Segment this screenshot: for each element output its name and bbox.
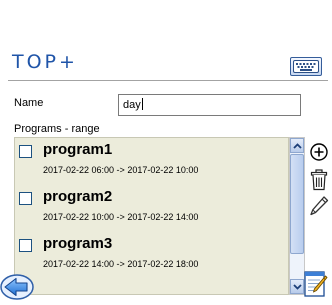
program-name: program1 xyxy=(43,141,113,158)
programs-range-label: Programs - range xyxy=(14,123,100,135)
header-divider xyxy=(8,80,328,81)
chevron-down-icon xyxy=(292,283,302,290)
program-range: 2017-02-22 10:00 -> 2017-02-22 14:00 xyxy=(43,212,199,222)
keyboard-icon xyxy=(293,60,319,73)
keyboard-button[interactable] xyxy=(290,57,322,76)
program1-checkbox[interactable] xyxy=(19,145,32,158)
name-input[interactable]: day xyxy=(118,94,301,116)
chevron-up-icon xyxy=(292,142,302,149)
add-circle-icon xyxy=(310,143,328,161)
list-item-program3[interactable]: program3 2017-02-22 14:00 -> 2017-02-22 … xyxy=(19,235,281,276)
program-range: 2017-02-22 14:00 -> 2017-02-22 18:00 xyxy=(43,259,199,269)
program-name: program2 xyxy=(43,188,113,205)
name-input-value: day xyxy=(123,99,141,111)
scroll-up-button[interactable] xyxy=(290,138,304,153)
edit-program-button[interactable] xyxy=(308,195,330,217)
add-program-button[interactable] xyxy=(308,141,330,163)
back-arrow-icon xyxy=(0,274,34,300)
app-title: TOP+ xyxy=(12,51,78,73)
trash-icon xyxy=(310,169,328,191)
text-caret xyxy=(141,98,143,110)
program-range: 2017-02-22 06:00 -> 2017-02-22 10:00 xyxy=(43,165,199,175)
scroll-thumb[interactable] xyxy=(290,154,304,254)
list-item-program2[interactable]: program2 2017-02-22 10:00 -> 2017-02-22 … xyxy=(19,188,281,229)
program2-checkbox[interactable] xyxy=(19,192,32,205)
name-label: Name xyxy=(14,97,44,109)
list-scrollbar[interactable] xyxy=(289,137,305,295)
save-edit-button[interactable] xyxy=(304,270,328,297)
notepad-edit-icon xyxy=(304,271,328,297)
back-button[interactable] xyxy=(0,274,34,300)
programs-list[interactable]: program1 2017-02-22 06:00 -> 2017-02-22 … xyxy=(14,137,289,295)
list-item-program1[interactable]: program1 2017-02-22 06:00 -> 2017-02-22 … xyxy=(19,141,281,182)
pencil-icon xyxy=(310,196,329,216)
delete-program-button[interactable] xyxy=(308,169,330,191)
scroll-down-button[interactable] xyxy=(290,279,304,294)
program3-checkbox[interactable] xyxy=(19,239,32,252)
program-name: program3 xyxy=(43,235,113,252)
